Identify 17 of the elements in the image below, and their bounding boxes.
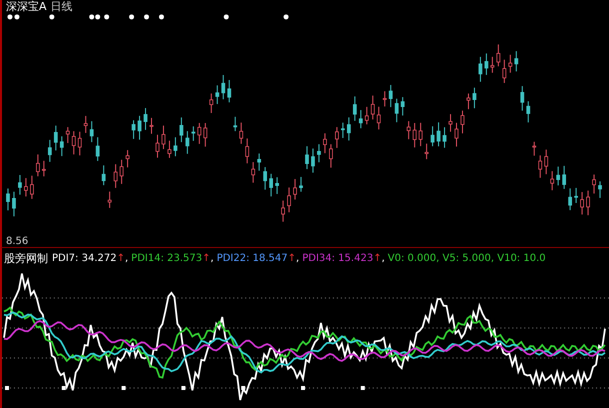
up-arrow-label: ↑ (373, 252, 382, 264)
indicator-reading: PDI7: 34.272 (52, 252, 117, 264)
stock-name: 深深宝A (6, 0, 47, 13)
separator-comma: , (296, 252, 300, 264)
up-arrow-label: ↑ (202, 252, 211, 264)
separator-comma: , (124, 252, 128, 264)
indicator-reading: V0: 0.000, V5: 5.000, V10: 10.0 (388, 252, 546, 264)
low-price-label: 8.56 (6, 236, 28, 247)
up-arrow-label: ↑ (116, 252, 125, 264)
indicator-reading: PDI34: 15.423 (302, 252, 374, 264)
separator-comma: , (382, 252, 385, 264)
separator-comma: , (210, 252, 214, 264)
indicator-reading: PDI22: 18.547 (216, 252, 288, 264)
up-arrow-label: ↑ (288, 252, 296, 264)
indicator-name: 股旁网制 (4, 250, 48, 266)
indicator-reading: PDI14: 23.573 (131, 252, 202, 264)
period-label: 日线 (50, 0, 73, 13)
